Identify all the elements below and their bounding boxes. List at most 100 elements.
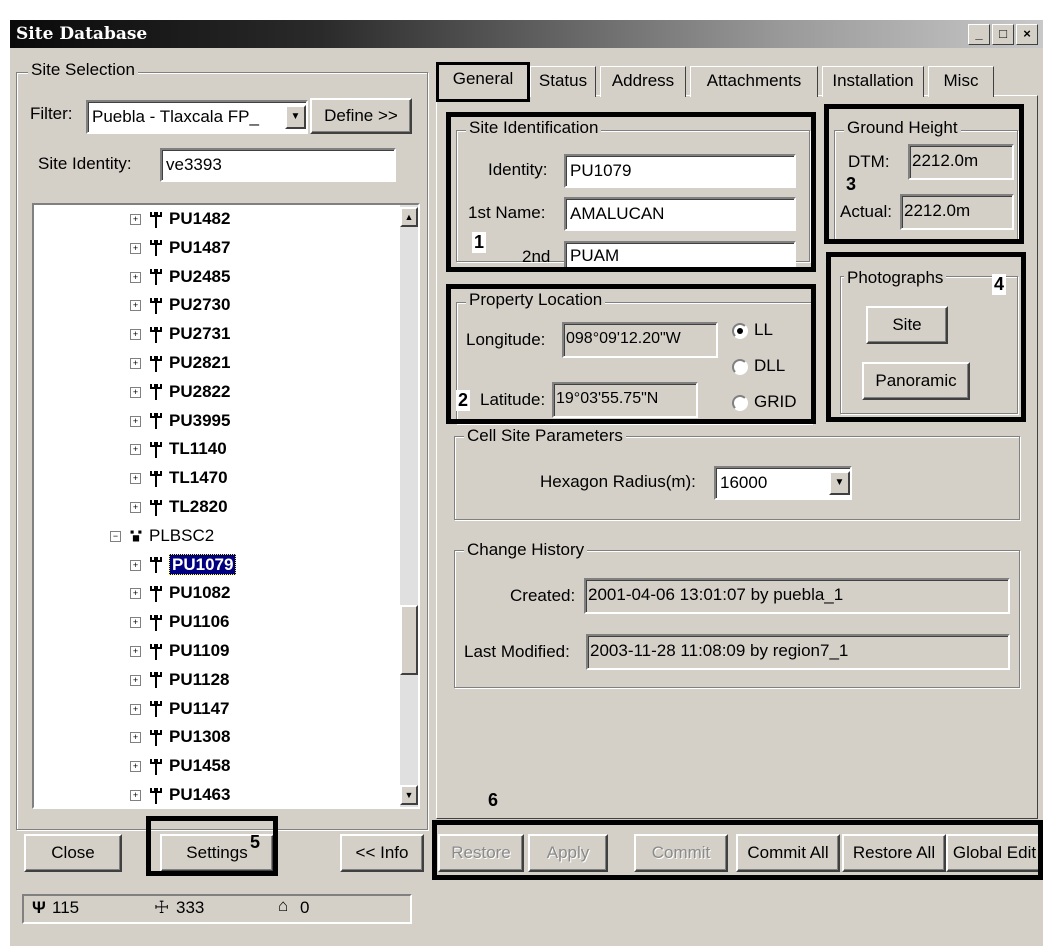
expand-icon[interactable]: + <box>130 559 141 571</box>
tree-item[interactable]: + PU1106 <box>130 608 230 636</box>
antenna-icon <box>149 267 169 286</box>
tab-general[interactable]: General <box>436 62 530 102</box>
scroll-up-icon[interactable]: ▲ <box>400 207 418 227</box>
tree-item[interactable]: + PU2730 <box>130 291 230 319</box>
tab-misc[interactable]: Misc <box>928 66 994 97</box>
tree-item[interactable]: + PU2822 <box>130 378 230 406</box>
tree-node-label: PU1106 <box>169 612 230 632</box>
tab-installation[interactable]: Installation <box>822 66 924 97</box>
define-button[interactable]: Define >> <box>310 98 412 134</box>
tree-item[interactable]: + PU2821 <box>130 349 230 377</box>
close-button[interactable]: Close <box>24 834 122 872</box>
antenna-icon <box>149 641 169 660</box>
change-history-label: Change History <box>464 540 588 560</box>
expand-icon[interactable]: + <box>130 674 141 686</box>
site-tree[interactable]: + PU1482 + PU1487 + PU2485 + PU2730 + PU2731 + PU28… <box>32 203 420 809</box>
created-value: 2001-04-06 13:01:07 by puebla_1 <box>584 578 1010 614</box>
chevron-down-icon[interactable]: ▼ <box>829 471 850 495</box>
antenna-icon <box>149 785 169 804</box>
hexagon-radius-label: Hexagon Radius(m): <box>540 472 696 491</box>
tree-item[interactable]: + PU2485 <box>130 263 230 291</box>
callout-box-2 <box>446 284 816 424</box>
tree-node-label: PU1128 <box>169 669 230 689</box>
tree-node-label: TL2820 <box>169 497 228 516</box>
tree-item[interactable]: + TL1470 <box>130 464 228 492</box>
tree-item[interactable]: + TL1140 <box>130 435 227 463</box>
switch-count: 333 <box>176 898 205 917</box>
filter-select[interactable]: Puebla - Tlaxcala FP_ ▼ <box>86 100 308 134</box>
collapse-icon[interactable]: − <box>110 530 121 542</box>
tree-item[interactable]: + PU3995 <box>130 407 230 435</box>
tab-address[interactable]: Address <box>600 66 686 97</box>
window-title: Site Database <box>16 24 148 44</box>
expand-icon[interactable]: + <box>130 444 141 456</box>
callout-2: 2 <box>456 390 471 411</box>
site-count: 115 <box>52 898 80 917</box>
expand-icon[interactable]: + <box>130 386 141 398</box>
callout-6: 6 <box>488 790 499 810</box>
scroll-down-icon[interactable]: ▼ <box>400 785 418 805</box>
tree-item-parent[interactable]: − PLBSC2 <box>110 522 214 550</box>
info-button[interactable]: << Info <box>340 834 424 872</box>
antenna-icon <box>149 612 169 631</box>
chevron-down-icon[interactable]: ▼ <box>285 105 306 129</box>
expand-icon[interactable]: + <box>130 300 141 312</box>
expand-icon[interactable]: + <box>130 502 141 514</box>
antenna-icon <box>149 756 169 775</box>
tree-item[interactable]: + PU2731 <box>130 320 230 348</box>
site-identity-input[interactable]: ve3393 <box>160 148 396 182</box>
title-bar[interactable]: Site Database _ □ × <box>10 20 1043 48</box>
tree-item[interactable]: + PU1458 <box>130 752 230 780</box>
tree-node-label: PU2731 <box>169 324 231 344</box>
minimize-icon[interactable]: _ <box>968 24 990 45</box>
expand-icon[interactable]: + <box>130 732 141 744</box>
tree-node-label: PU1487 <box>169 237 231 257</box>
expand-icon[interactable]: + <box>130 473 141 485</box>
site-database-window: Site Database _ □ × Site Selection Filte… <box>10 20 1043 946</box>
expand-icon[interactable]: + <box>130 329 141 341</box>
expand-icon[interactable]: + <box>130 271 141 283</box>
expand-icon[interactable]: + <box>130 358 141 370</box>
antenna-icon <box>149 727 169 746</box>
tab-status[interactable]: Status <box>530 66 596 97</box>
antenna-icon <box>149 670 169 689</box>
antenna-icon <box>149 295 169 314</box>
antenna-icon <box>149 699 169 718</box>
antenna-icon <box>149 353 169 372</box>
tree-item[interactable]: + TL2820 <box>130 493 228 521</box>
scroll-thumb[interactable] <box>400 605 418 675</box>
expand-icon[interactable]: + <box>130 617 141 629</box>
tree-item[interactable]: + PU1463 <box>130 781 230 807</box>
antenna-icon <box>149 324 169 343</box>
tree-item[interactable]: + PU1308 <box>130 723 230 751</box>
close-icon[interactable]: × <box>1016 24 1038 45</box>
last-modified-label: Last Modified: <box>464 642 570 661</box>
expand-icon[interactable]: + <box>130 761 141 773</box>
tab-attachments[interactable]: Attachments <box>690 66 818 97</box>
tree-item[interactable]: + PU1487 <box>130 234 230 262</box>
tree-item[interactable]: + PU1147 <box>130 695 230 723</box>
tree-node-label: PU2822 <box>169 381 231 401</box>
tree-item[interactable]: + PU1109 <box>130 637 230 665</box>
callout-5: 5 <box>250 832 261 852</box>
expand-icon[interactable]: + <box>130 790 141 802</box>
tree-item[interactable]: + PU1082 <box>130 579 230 607</box>
tree-item[interactable]: + PU1482 <box>130 205 230 233</box>
expand-icon[interactable]: + <box>130 703 141 715</box>
expand-icon[interactable]: + <box>130 242 141 254</box>
tree-item-selected[interactable]: + PU1079 <box>130 551 237 579</box>
created-label: Created: <box>510 586 576 605</box>
expand-icon[interactable]: + <box>130 588 141 600</box>
tree-item[interactable]: + PU1128 <box>130 666 230 694</box>
hexagon-radius-select[interactable]: 16000 ▼ <box>714 466 852 500</box>
tree-node-label: TL1470 <box>169 468 228 488</box>
tree-node-label: PU3995 <box>169 410 231 430</box>
maximize-icon[interactable]: □ <box>992 24 1014 45</box>
tree-scrollbar[interactable] <box>400 205 418 807</box>
expand-icon[interactable]: + <box>130 415 141 427</box>
expand-icon[interactable]: + <box>130 214 141 226</box>
bsc-icon <box>129 526 149 545</box>
callout-3: 3 <box>846 174 857 194</box>
tree-node-label: PU1482 <box>169 209 231 228</box>
expand-icon[interactable]: + <box>130 646 141 658</box>
